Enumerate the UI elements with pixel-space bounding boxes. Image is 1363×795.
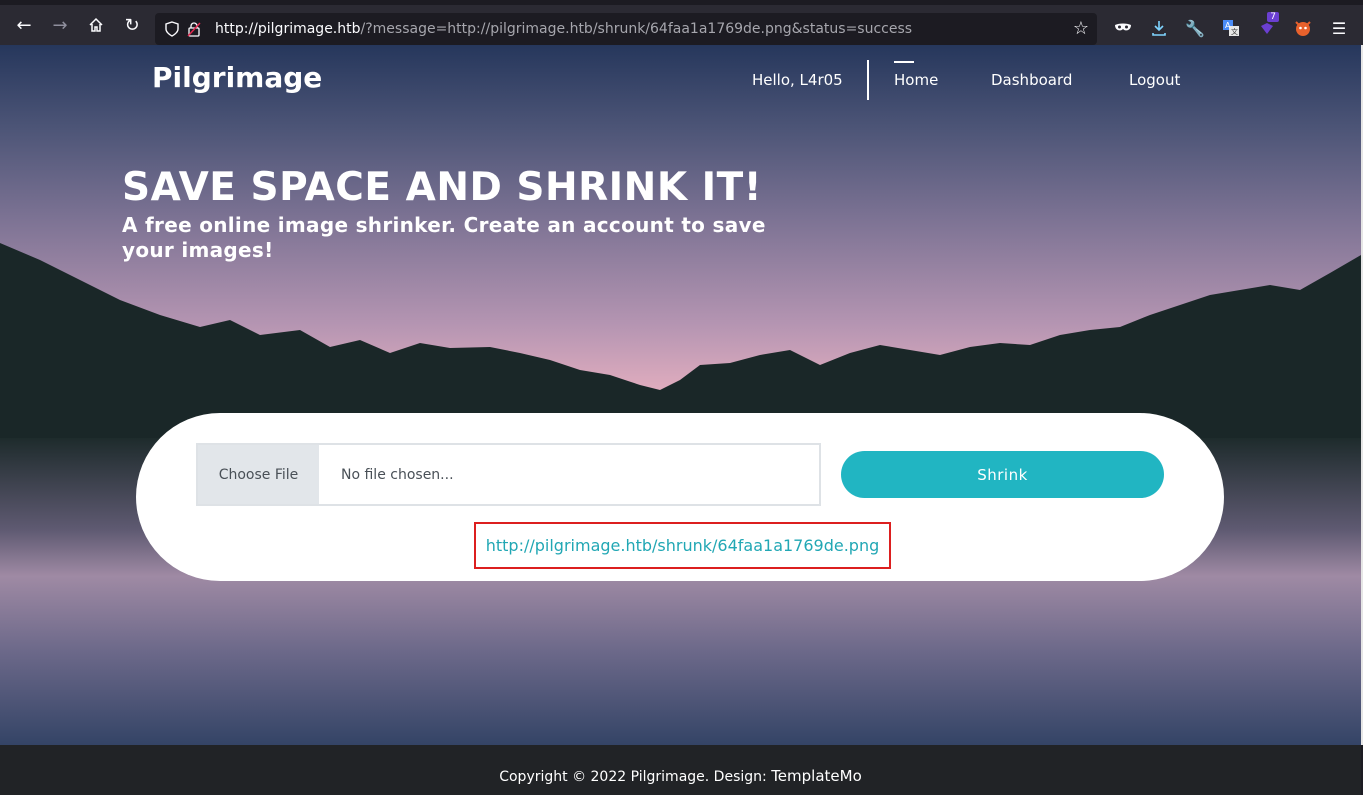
svg-text:文: 文 [1231,27,1238,36]
brand-logo[interactable]: Pilgrimage [152,61,322,94]
nav-dashboard[interactable]: Dashboard [991,71,1072,89]
browser-toolbar: ← → ↻ http://pilgrimage.htb/?message=htt… [0,0,1363,45]
translate-icon[interactable]: A文 [1213,10,1249,46]
nav-home[interactable]: Home [894,71,938,89]
bookmark-star-icon[interactable]: ☆ [1073,18,1089,39]
user-greeting: Hello, L4r05 [752,71,843,89]
shield-icon[interactable] [161,18,183,40]
menu-icon[interactable]: ☰ [1321,10,1357,46]
file-input[interactable]: Choose File No file chosen... [196,443,821,506]
nav-logout[interactable]: Logout [1129,71,1180,89]
upload-card: Choose File No file chosen... Shrink htt… [136,413,1224,581]
back-icon[interactable]: ← [6,7,42,43]
shrunk-image-link[interactable]: http://pilgrimage.htb/shrunk/64faa1a1769… [486,536,880,555]
wrench-icon[interactable]: 🔧 [1177,10,1213,46]
result-highlight: http://pilgrimage.htb/shrunk/64faa1a1769… [474,522,891,569]
fox-extension-icon[interactable] [1285,10,1321,46]
reload-icon[interactable]: ↻ [114,7,150,43]
hero-subtitle: A free online image shrinker. Create an … [122,213,766,262]
choose-file-button[interactable]: Choose File [198,445,319,504]
copyright-text: Copyright © 2022 Pilgrimage. Design: Tem… [0,767,1361,785]
home-icon[interactable] [78,7,114,43]
page-body: Pilgrimage Hello, L4r05 Home Dashboard L… [0,45,1361,745]
extension-badge: 7 [1267,12,1279,22]
mountain-silhouette [0,243,1361,438]
url-text[interactable]: http://pilgrimage.htb/?message=http://pi… [215,21,1055,37]
footer: Copyright © 2022 Pilgrimage. Design: Tem… [0,745,1361,795]
copyright-label: Copyright © 2022 Pilgrimage. Design: [499,769,772,785]
insecure-lock-icon[interactable] [183,18,205,40]
site-navbar: Pilgrimage Hello, L4r05 Home Dashboard L… [0,45,1361,115]
file-name-label: No file chosen... [341,466,454,483]
shrink-button[interactable]: Shrink [841,451,1164,498]
nav-divider [867,60,869,100]
forward-icon[interactable]: → [42,7,78,43]
download-icon[interactable] [1141,10,1177,46]
templatemo-link[interactable]: TemplateMo [771,767,862,785]
active-indicator [894,61,914,63]
private-mask-icon[interactable] [1105,10,1141,46]
url-bar[interactable]: http://pilgrimage.htb/?message=http://pi… [155,13,1097,45]
hero-title: SAVE SPACE AND SHRINK IT! [122,165,763,210]
extension-icon[interactable]: 7 [1249,10,1285,46]
